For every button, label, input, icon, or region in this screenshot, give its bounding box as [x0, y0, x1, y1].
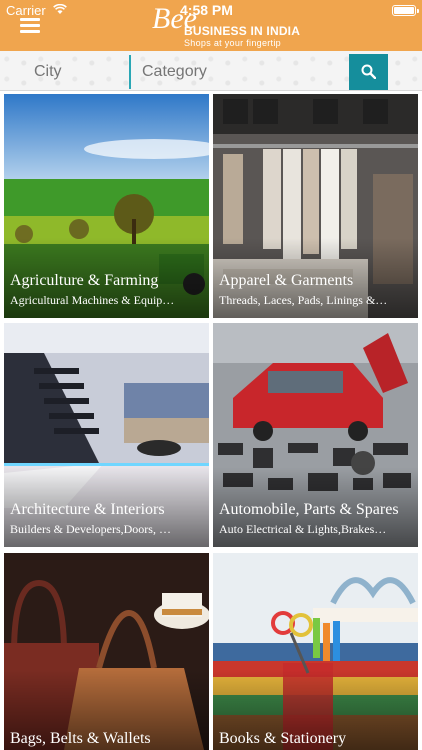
- category-title: Agriculture & Farming: [10, 272, 159, 289]
- hamburger-icon: [20, 18, 40, 21]
- field-divider: [129, 55, 131, 89]
- category-title: Automobile, Parts & Spares: [219, 501, 399, 518]
- category-tile-automobile[interactable]: Automobile, Parts & Spares Auto Electric…: [213, 323, 418, 547]
- category-subtitle: Builders & Developers,Doors, …: [10, 522, 171, 536]
- category-title: Apparel & Garments: [219, 272, 354, 289]
- category-title: Architecture & Interiors: [10, 501, 165, 518]
- category-input[interactable]: [138, 57, 338, 87]
- search-button[interactable]: [349, 54, 388, 90]
- category-title: Bags, Belts & Wallets: [10, 730, 151, 747]
- category-subtitle: Threads, Laces, Pads, Linings &…: [219, 293, 388, 307]
- category-tile-agriculture[interactable]: Agriculture & Farming Agricultural Machi…: [4, 94, 209, 318]
- search-icon: [361, 64, 376, 79]
- logo-tagline: Shops at your fingertip: [184, 38, 281, 48]
- logo-title: BUSINESS IN INDIA: [184, 24, 301, 38]
- category-tile-apparel[interactable]: Apparel & Garments Threads, Laces, Pads,…: [213, 94, 418, 318]
- category-subtitle: Agricultural Machines & Equip…: [10, 293, 175, 307]
- category-tile-bags[interactable]: Bags, Belts & Wallets: [4, 553, 209, 750]
- category-title: Books & Stationery: [219, 730, 347, 747]
- wifi-icon: [53, 4, 67, 14]
- city-input[interactable]: [30, 57, 125, 87]
- app-logo: Bee BUSINESS IN INDIA Shops at your fing…: [150, 2, 310, 48]
- category-subtitle: Auto Electrical & Lights,Brakes…: [219, 522, 387, 536]
- category-tile-books[interactable]: Books & Stationery: [213, 553, 418, 750]
- carrier-label: Carrier: [6, 3, 46, 18]
- app-header: Carrier 4:58 PM Bee BUSINESS IN INDIA Sh…: [0, 0, 422, 51]
- battery-icon: [392, 5, 419, 16]
- category-tile-architecture[interactable]: Architecture & Interiors Builders & Deve…: [4, 323, 209, 547]
- menu-button[interactable]: [20, 18, 40, 34]
